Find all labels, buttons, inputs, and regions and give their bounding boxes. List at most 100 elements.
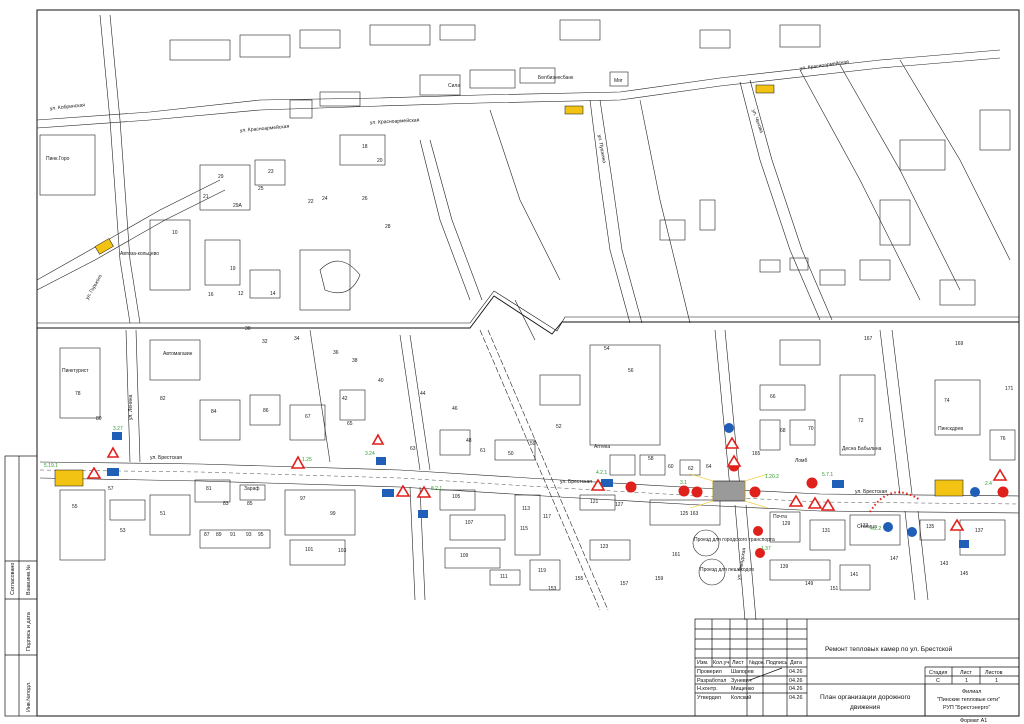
place-label: Белбизнесбанк [538,75,574,81]
break-line-2 [37,290,1019,332]
building-number: 32 [262,339,268,345]
building-number: 72 [858,418,864,424]
street-label: ул. Брестская [560,479,592,485]
street-labels: ул. Красноармейская ул. Красноармейская … [50,58,888,580]
building-number: 99 [330,511,336,517]
direction-sign [907,527,917,537]
sign-code: 4.2.2 [870,526,881,532]
upper-map [36,14,1011,341]
direction-sign [970,487,980,497]
building-number: 84 [211,409,217,415]
place-labels: Пинк.Горо Автоза-кольцево Сила Белбизнес… [46,75,963,573]
sign-code: 5.19.1 [44,463,58,469]
sign-code: 2.4 [985,481,992,487]
building-number: 60 [668,464,674,470]
building-number: 115 [520,526,528,532]
building-number: 76 [1000,436,1006,442]
detour-board [755,84,775,94]
stage-header: Листов [985,670,1003,676]
stage-header: Стадия [929,670,947,676]
building-number: 24 [322,196,328,202]
building-number: 14 [270,291,276,297]
building-number: 42 [342,396,348,402]
street-label: ул. Заводская [736,547,748,580]
stamp-role: Н.контр. [697,686,718,692]
building-number: 28 [385,224,391,230]
traffic-signs [54,84,1009,558]
building-number: 89 [216,532,222,538]
no-entry-sign [691,486,703,498]
place-label: Пинктурист [62,368,89,374]
building-number: 74 [944,398,950,404]
building-number: 105 [452,494,461,500]
building-number: 58 [648,456,654,462]
building-number: 56 [628,368,634,374]
detour-board [54,469,84,487]
direction-sign [883,522,893,532]
building-number: 167 [864,336,873,342]
stage-value: С [936,678,940,684]
lower-map [39,329,1020,621]
no-entry-sign [806,477,818,489]
sign-code: 1.25 [302,457,312,463]
building-number: 65 [347,421,353,427]
building-number: 163 [690,511,699,517]
building-number: 46 [452,406,458,412]
building-number: 121 [590,499,599,505]
direction-sign [107,468,119,476]
building-number: 26 [362,196,368,202]
stage-header: Лист [960,670,972,676]
building-number: 101 [305,547,314,553]
building-number: 57 [108,486,114,492]
building-number: 20 [377,158,383,164]
sign-code: 1.37 [761,546,771,552]
building-number: 91 [230,532,236,538]
building-number: 157 [620,581,629,587]
building-number: 165 [752,451,761,457]
building-number: 66 [770,394,776,400]
building-number: 53 [120,528,126,534]
building-number: 54 [604,346,610,352]
org-line: "Пинские тепловые сети" [937,697,1000,703]
building-number: 127 [615,502,624,508]
building-number: 161 [672,552,681,558]
side-label: Согласовано [10,563,16,595]
building-number: 83 [223,501,229,507]
building-number: 36 [333,350,339,356]
no-entry-sign [625,481,637,493]
side-label: Инв.№подл. [26,681,32,712]
stamp-header: Кол.уч [713,660,729,666]
building-number: 141 [850,572,859,578]
direction-sign [418,510,428,518]
stamp-role: Утвердил [697,695,721,701]
stamp-name: Зуневич [731,678,752,684]
place-label: Зараф [244,486,259,492]
stamp-header: №док. [749,660,765,666]
building-number: 123 [600,544,609,550]
detour-board [564,105,584,115]
building-number: 62 [688,466,694,472]
building-number: 59 [530,441,536,447]
sign-code: 3.24 [365,451,375,457]
street-label: ул. Горького [85,273,104,301]
street-label: ул. Брестская [855,489,887,495]
building-number: 153 [548,586,557,592]
sign-code: 5.7.1 [822,472,833,478]
building-number: 30 [245,326,251,332]
building-number: 68 [780,428,786,434]
building-number: 63 [410,446,416,452]
direction-sign [959,540,969,548]
building-number: 52 [556,424,562,430]
building-number: 40 [378,378,384,384]
building-number: 29А [233,203,243,209]
street-label: ул. Ленина [128,395,134,420]
building-number: 97 [300,496,306,502]
org-line: Филиал [962,689,981,695]
sign-code: 3.27 [113,426,123,432]
detour-board [94,238,114,255]
direction-sign [112,432,122,440]
building-number: 147 [890,556,899,562]
place-label: Мяг [614,78,623,84]
place-label: Аптека [594,444,610,450]
stamp-header: Подпись [766,660,788,666]
